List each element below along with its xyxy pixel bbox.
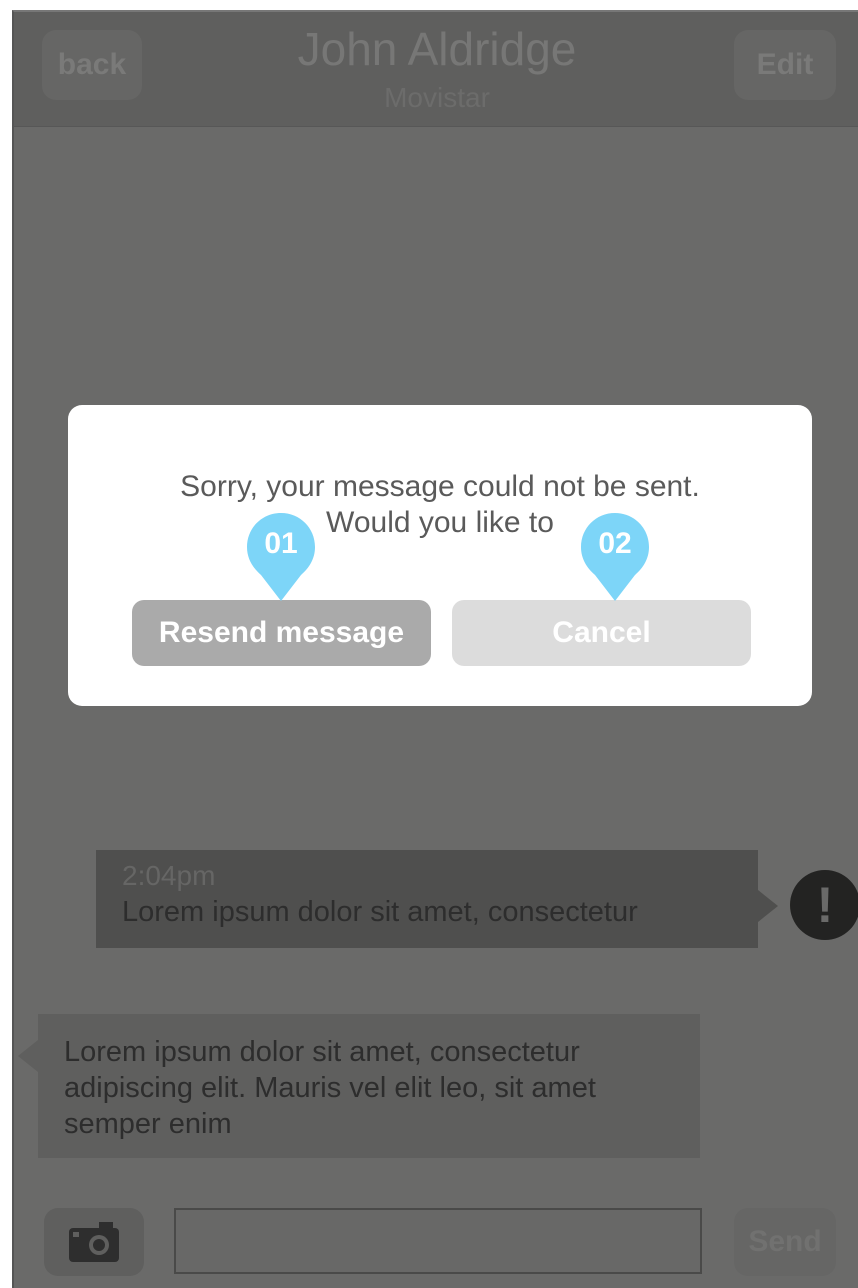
outgoing-bubble-tail <box>758 890 778 922</box>
camera-icon <box>69 1222 119 1262</box>
screen-frame: back John Aldridge Movistar Edit 2:04pm … <box>0 0 858 1288</box>
camera-button[interactable] <box>44 1208 144 1276</box>
send-button[interactable]: Send <box>734 1208 836 1276</box>
annotation-marker-02: 02 <box>579 511 651 603</box>
outgoing-message-bubble[interactable]: 2:04pm Lorem ipsum dolor sit amet, conse… <box>96 850 758 948</box>
message-timestamp: 2:04pm <box>122 860 216 891</box>
annotation-marker-01: 01 <box>245 511 317 603</box>
annotation-label: 01 <box>264 527 298 560</box>
dialog-message: Sorry, your message could not be sent. <box>180 470 700 503</box>
dialog-question: Would you like to <box>326 506 554 539</box>
incoming-message-bubble[interactable]: Lorem ipsum dolor sit amet, consectetur … <box>38 1014 700 1158</box>
send-failed-dialog: Sorry, your message could not be sent. W… <box>68 405 812 706</box>
message-text: Lorem ipsum dolor sit amet, consectetur <box>122 896 638 928</box>
annotation-label: 02 <box>598 527 632 560</box>
exclamation-icon[interactable]: ! <box>790 870 858 940</box>
exclamation-glyph: ! <box>816 877 834 933</box>
message-text: Lorem ipsum dolor sit amet, consectetur … <box>64 1036 596 1140</box>
edit-button[interactable]: Edit <box>734 30 836 100</box>
message-input[interactable] <box>174 1208 702 1274</box>
carrier-name: Movistar <box>384 82 490 113</box>
resend-message-button[interactable]: Resend message <box>132 600 431 666</box>
contact-name: John Aldridge <box>297 23 577 75</box>
incoming-bubble-tail <box>18 1040 38 1072</box>
cancel-button[interactable]: Cancel <box>452 600 751 666</box>
navigation-bar: back John Aldridge Movistar Edit <box>14 12 858 127</box>
